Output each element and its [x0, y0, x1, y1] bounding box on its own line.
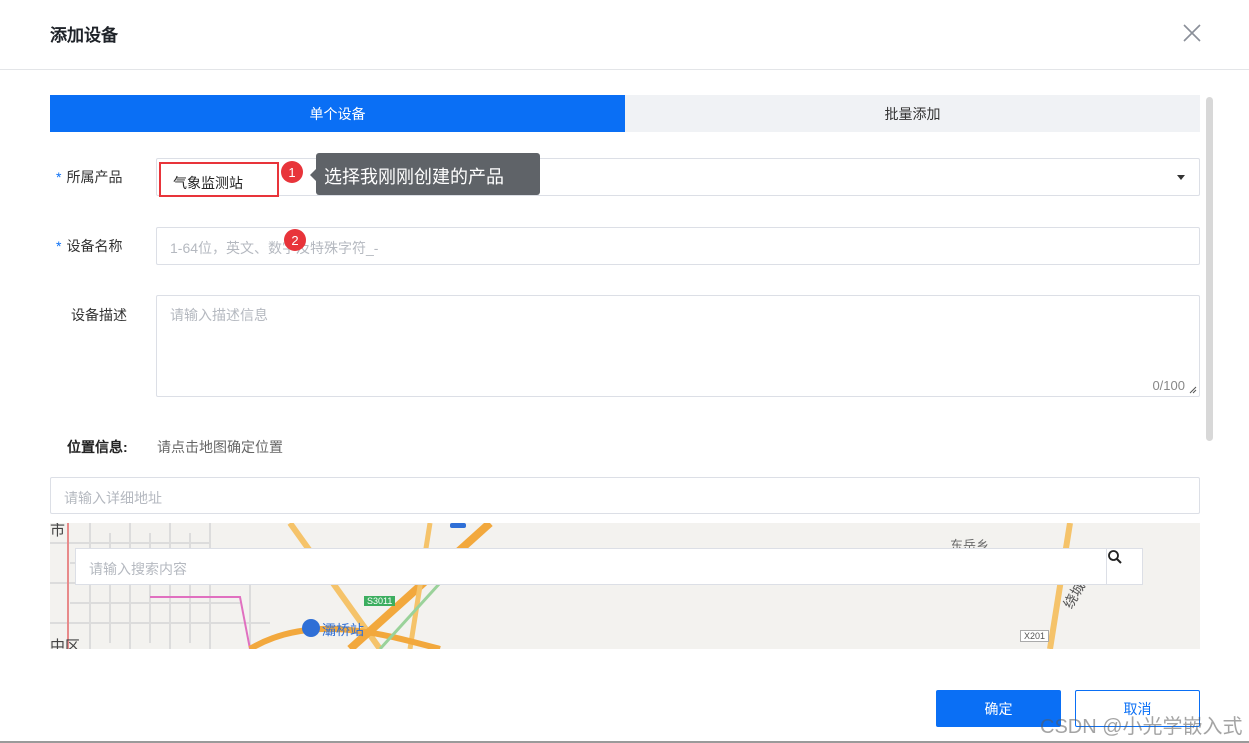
map-label-city: 市	[50, 523, 66, 539]
map-label-station: 灞桥站	[322, 622, 364, 638]
location-label: 位置信息:	[67, 439, 128, 455]
description-label: 设备描述	[71, 307, 127, 323]
map-search-placeholder: 请输入搜索内容	[89, 561, 187, 577]
description-counter: 0/100	[1152, 378, 1185, 393]
map-search-button[interactable]	[1106, 548, 1143, 585]
map-road-x201: X201	[1020, 630, 1050, 642]
caret-down-icon	[1177, 175, 1185, 180]
required-mark: *	[56, 169, 62, 185]
device-name-placeholder: 1-64位，英文、数字及特殊字符_-	[170, 240, 379, 256]
required-mark: *	[56, 238, 62, 254]
search-icon	[1108, 550, 1122, 564]
address-placeholder: 请输入详细地址	[64, 490, 162, 506]
product-label: * 所属产品	[56, 167, 122, 187]
map-view[interactable]: 东岳乡 灞桥站 中区 市 S3011 X201 绕城 请输入搜索内容	[50, 523, 1200, 649]
address-input[interactable]: 请输入详细地址	[50, 477, 1200, 514]
map-search-input[interactable]: 请输入搜索内容	[75, 548, 1143, 585]
annotation-tooltip: 选择我刚刚创建的产品	[310, 153, 540, 195]
scrollbar[interactable]	[1206, 97, 1213, 441]
device-name-label: * 设备名称	[56, 236, 122, 256]
dialog-title: 添加设备	[50, 26, 118, 45]
station-icon	[302, 619, 320, 637]
annotation-badge-2: 2	[284, 229, 306, 251]
dialog-header: 添加设备	[0, 0, 1249, 70]
device-name-label-text: 设备名称	[66, 238, 123, 254]
mode-tabs: 单个设备 批量添加	[50, 95, 1200, 132]
description-placeholder: 请输入描述信息	[170, 307, 268, 323]
tab-batch-add[interactable]: 批量添加	[625, 95, 1200, 132]
resize-handle-icon[interactable]	[1189, 386, 1197, 394]
device-name-input[interactable]: 1-64位，英文、数字及特殊字符_-	[156, 227, 1200, 265]
description-textarea[interactable]: 请输入描述信息 0/100	[156, 295, 1200, 397]
add-device-dialog: 添加设备 单个设备 批量添加 * 所属产品 气象监测站 1 选择我刚刚创建的产品 …	[0, 0, 1249, 743]
close-icon[interactable]	[1181, 22, 1203, 44]
annotation-badge-1: 1	[281, 161, 303, 183]
location-hint: 请点击地图确定位置	[157, 439, 283, 455]
map-road-s3011: S3011	[364, 596, 396, 606]
map-label-district: 中区	[50, 638, 81, 649]
tab-single-device[interactable]: 单个设备	[50, 95, 625, 132]
product-label-text: 所属产品	[66, 169, 123, 185]
watermark: CSDN @小光学嵌入式	[1040, 716, 1243, 738]
product-selected-value: 气象监测站	[159, 162, 279, 197]
